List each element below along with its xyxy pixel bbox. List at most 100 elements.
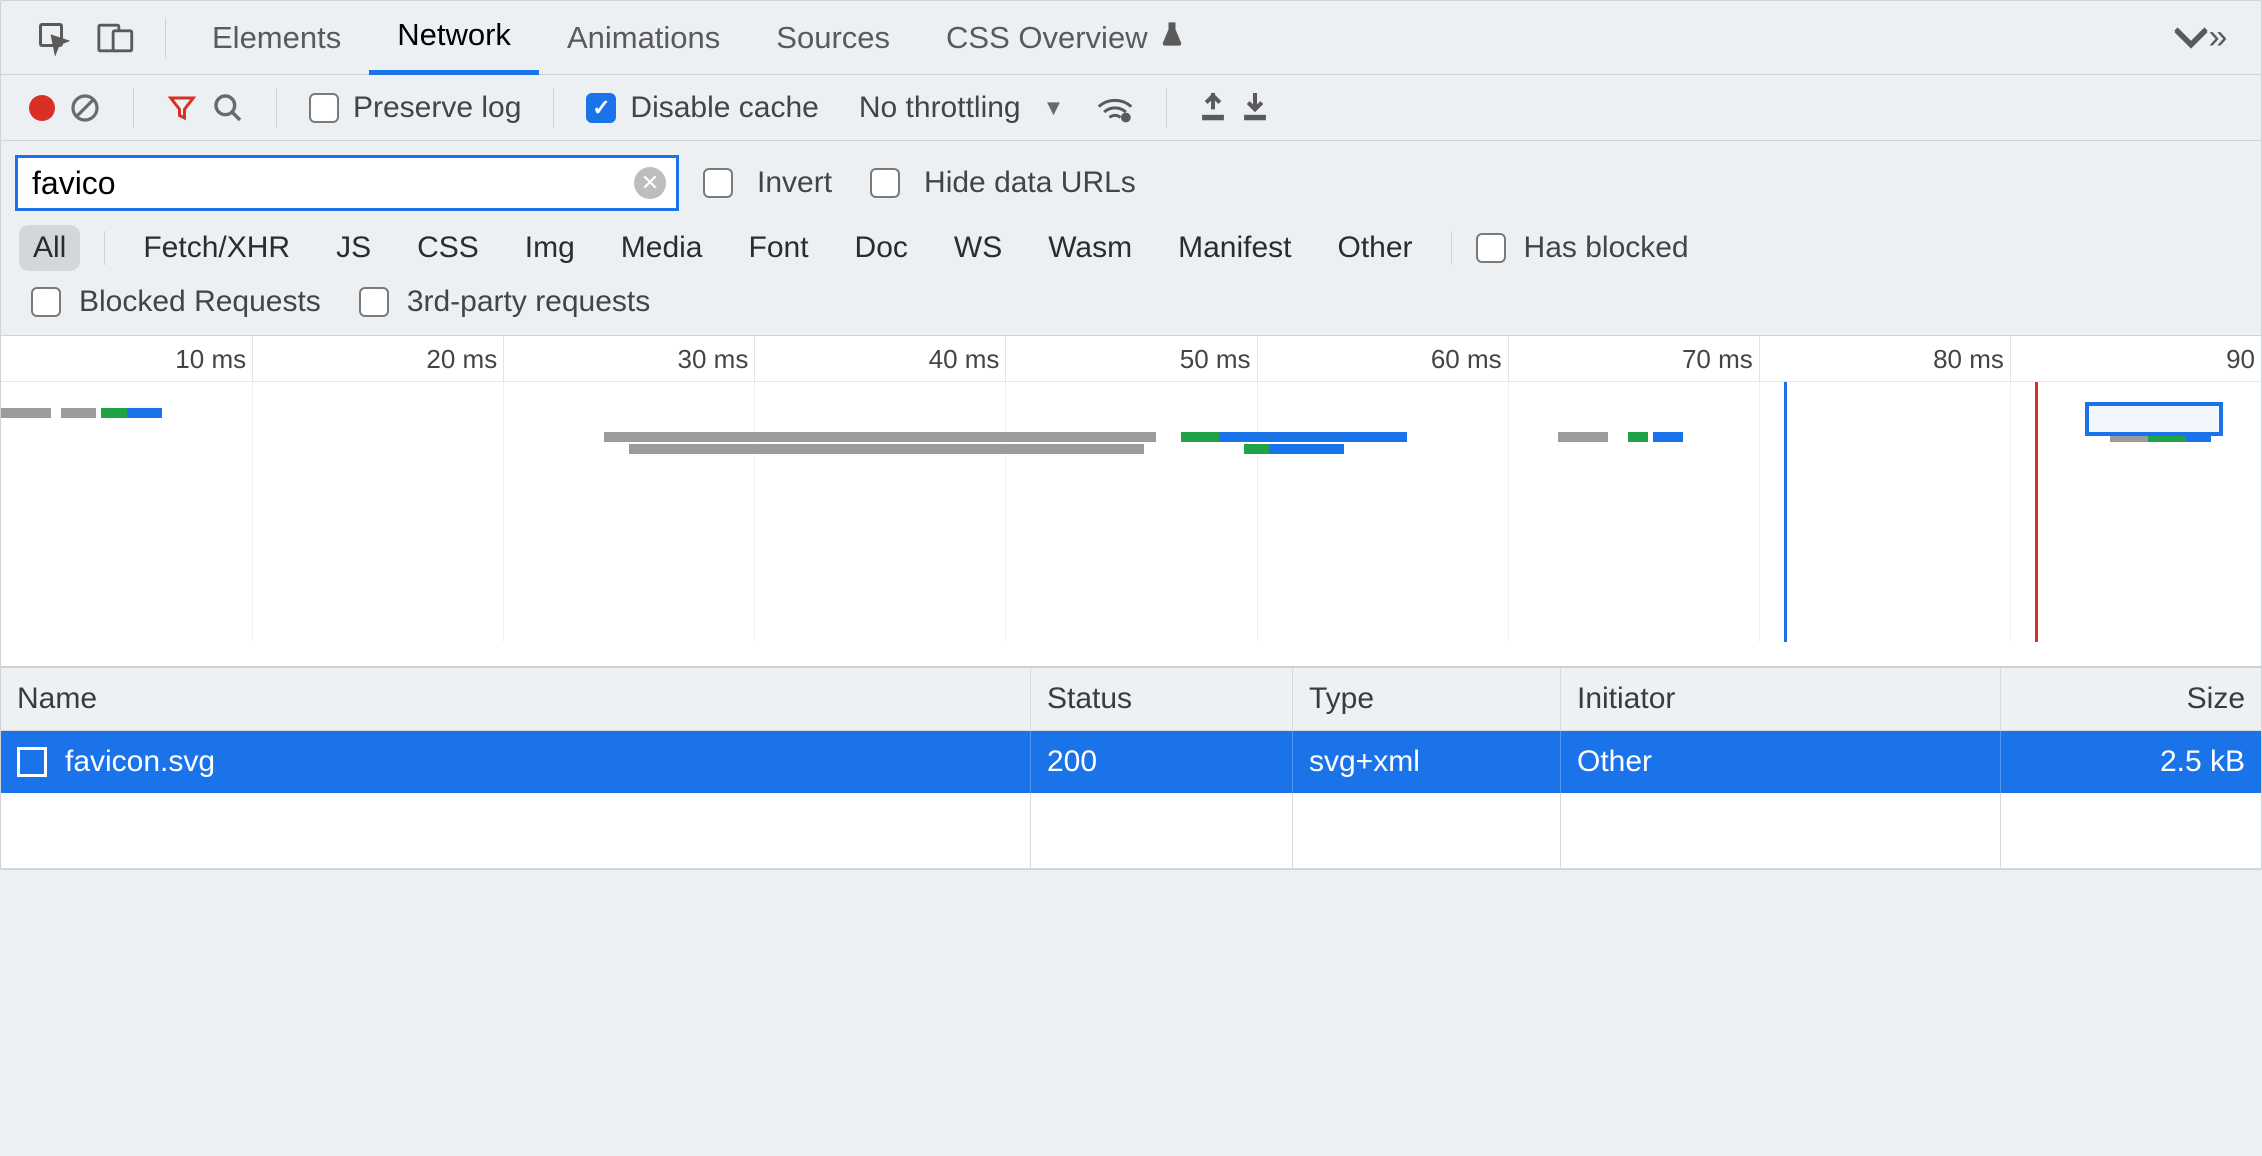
domcontentloaded-line <box>1784 382 1787 642</box>
timeline-bar <box>101 408 126 418</box>
hide-data-urls-label: Hide data URLs <box>924 166 1136 200</box>
timeline-tick-label: 60 ms <box>1431 344 1508 375</box>
divider <box>165 18 166 58</box>
inspect-element-icon[interactable] <box>23 12 85 64</box>
tab-label: CSS Overview <box>946 20 1148 56</box>
cell-initiator: Other <box>1561 731 2001 793</box>
has-blocked-label: Has blocked <box>1524 231 1689 265</box>
type-filter-all[interactable]: All <box>19 225 80 271</box>
more-tabs-icon[interactable]: » <box>2169 12 2231 64</box>
network-controls-row: Preserve log Disable cache No throttling… <box>1 75 2261 141</box>
invert-label: Invert <box>757 166 832 200</box>
dropdown-icon[interactable]: ▼ <box>1043 95 1065 121</box>
col-header-type[interactable]: Type <box>1293 668 1561 731</box>
timeline-tick-label: 40 ms <box>929 344 1006 375</box>
tab-elements[interactable]: Elements <box>184 1 369 75</box>
divider <box>1166 88 1167 128</box>
cell-name-text: favicon.svg <box>65 745 215 779</box>
type-filter-ws[interactable]: WS <box>940 225 1016 271</box>
col-header-name[interactable]: Name <box>1 668 1031 731</box>
timeline-bar <box>604 432 1156 442</box>
timeline-bars <box>1 382 2261 642</box>
timeline-tick-label: 90 <box>2226 344 2261 375</box>
clear-button[interactable] <box>69 92 101 124</box>
main-tabs-row: Elements Network Animations Sources CSS … <box>1 1 2261 75</box>
col-header-initiator[interactable]: Initiator <box>1561 668 2001 731</box>
divider <box>104 231 105 265</box>
tab-css-overview[interactable]: CSS Overview <box>918 1 1214 75</box>
type-filter-manifest[interactable]: Manifest <box>1164 225 1305 271</box>
col-header-size[interactable]: Size <box>2001 668 2261 731</box>
waterfall-timeline[interactable]: 10 ms20 ms30 ms40 ms50 ms60 ms70 ms80 ms… <box>1 335 2261 667</box>
filter-input[interactable] <box>32 165 626 202</box>
load-line <box>2035 382 2038 642</box>
clear-filter-icon[interactable]: ✕ <box>634 167 666 199</box>
blocked-requests-checkbox[interactable] <box>31 287 61 317</box>
timeline-tick-label: 70 ms <box>1682 344 1759 375</box>
timeline-tick-label: 80 ms <box>1933 344 2010 375</box>
type-filter-other[interactable]: Other <box>1324 225 1427 271</box>
table-header: Name Status Type Initiator Size <box>1 668 2261 731</box>
hide-data-urls-checkbox[interactable] <box>870 168 900 198</box>
search-icon[interactable] <box>212 92 244 124</box>
cell-name: favicon.svg <box>1 731 1031 793</box>
timeline-bar <box>629 444 1144 454</box>
timeline-tick-label: 50 ms <box>1180 344 1257 375</box>
disable-cache-label: Disable cache <box>630 91 818 125</box>
timeline-tick-label: 20 ms <box>426 344 503 375</box>
timeline-ruler: 10 ms20 ms30 ms40 ms50 ms60 ms70 ms80 ms… <box>1 336 2261 382</box>
timeline-bar <box>1558 432 1608 442</box>
timeline-bar <box>127 408 162 418</box>
type-filter-wasm[interactable]: Wasm <box>1034 225 1146 271</box>
divider <box>1451 231 1452 265</box>
table-row-empty <box>1 793 2261 869</box>
filter-input-wrap: ✕ <box>15 155 679 211</box>
tab-sources[interactable]: Sources <box>748 1 918 75</box>
timeline-selection[interactable] <box>2085 402 2223 436</box>
timeline-bar <box>1269 444 1344 454</box>
cell-size: 2.5 kB <box>2001 731 2261 793</box>
type-filter-doc[interactable]: Doc <box>841 225 922 271</box>
type-filter-row: All Fetch/XHR JS CSS Img Media Font Doc … <box>1 215 2261 281</box>
network-conditions-icon[interactable] <box>1096 93 1134 123</box>
timeline-bar <box>1628 432 1648 442</box>
table-row[interactable]: favicon.svg 200 svg+xml Other 2.5 kB <box>1 731 2261 793</box>
preserve-log-label: Preserve log <box>353 91 521 125</box>
tab-network[interactable]: Network <box>369 1 539 75</box>
cell-type: svg+xml <box>1293 731 1561 793</box>
flask-icon <box>1158 19 1186 57</box>
timeline-bar <box>1653 432 1683 442</box>
timeline-bar <box>1181 432 1219 442</box>
record-button[interactable] <box>29 95 55 121</box>
type-filter-font[interactable]: Font <box>735 225 823 271</box>
tab-animations[interactable]: Animations <box>539 1 748 75</box>
export-har-icon[interactable] <box>1241 93 1269 123</box>
has-blocked-checkbox[interactable] <box>1476 233 1506 263</box>
col-header-status[interactable]: Status <box>1031 668 1293 731</box>
timeline-bar <box>1 408 51 418</box>
type-filter-row-2: Blocked Requests 3rd-party requests <box>1 281 2261 335</box>
divider <box>276 88 277 128</box>
cell-status: 200 <box>1031 731 1293 793</box>
disable-cache-checkbox[interactable] <box>586 93 616 123</box>
filter-row: ✕ Invert Hide data URLs <box>1 141 2261 215</box>
import-har-icon[interactable] <box>1199 93 1227 123</box>
type-filter-css[interactable]: CSS <box>403 225 493 271</box>
timeline-tick-label: 10 ms <box>175 344 252 375</box>
timeline-bar <box>1244 444 1269 454</box>
type-filter-img[interactable]: Img <box>511 225 589 271</box>
filter-toggle-icon[interactable] <box>166 93 198 123</box>
record-icon <box>29 95 55 121</box>
divider <box>133 88 134 128</box>
type-filter-fetch-xhr[interactable]: Fetch/XHR <box>129 225 304 271</box>
invert-checkbox[interactable] <box>703 168 733 198</box>
throttling-select[interactable]: No throttling <box>851 91 1029 125</box>
timeline-bar <box>1219 432 1407 442</box>
requests-table: Name Status Type Initiator Size favicon.… <box>1 667 2261 869</box>
devtools-panel: Elements Network Animations Sources CSS … <box>0 0 2262 870</box>
preserve-log-checkbox[interactable] <box>309 93 339 123</box>
type-filter-media[interactable]: Media <box>607 225 717 271</box>
type-filter-js[interactable]: JS <box>322 225 385 271</box>
device-toolbar-icon[interactable] <box>85 12 147 64</box>
third-party-checkbox[interactable] <box>359 287 389 317</box>
